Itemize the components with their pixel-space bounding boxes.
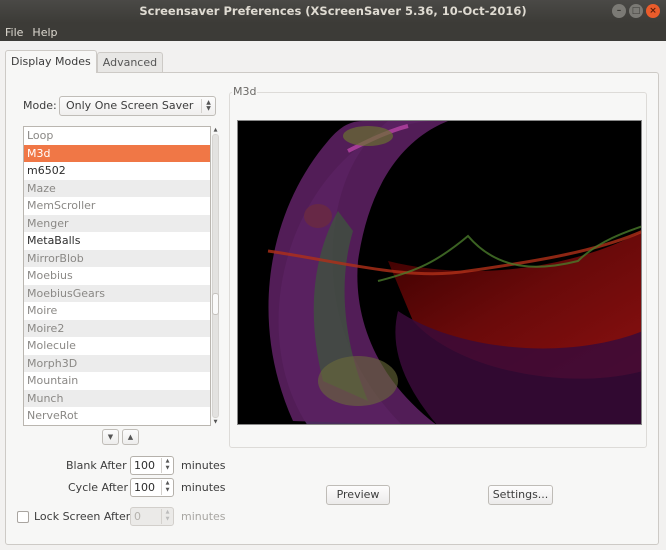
fractal-blob — [318, 356, 398, 406]
list-item[interactable]: NerveRot — [24, 407, 210, 425]
spinner-arrows-icon[interactable]: ▲ ▼ — [161, 509, 173, 524]
list-item[interactable]: Moire2 — [24, 319, 210, 337]
list-item[interactable]: Moire — [24, 302, 210, 320]
cycle-after-spinner[interactable]: 100 ▲ ▼ — [130, 478, 174, 497]
blank-after-spinner[interactable]: 100 ▲ ▼ — [130, 456, 174, 475]
list-item[interactable]: MetaBalls — [24, 232, 210, 250]
scroll-up-icon[interactable]: ▲ — [211, 126, 220, 134]
scroll-down-icon[interactable]: ▼ — [211, 418, 220, 426]
list-item[interactable]: Moebius — [24, 267, 210, 285]
arrow-down-icon: ▼ — [107, 433, 114, 441]
window-titlebar: Screensaver Preferences (XScreenSaver 5.… — [0, 0, 666, 23]
window-controls: – □ × — [612, 4, 660, 18]
preview-title: M3d — [232, 85, 258, 98]
list-item[interactable]: Molecule — [24, 337, 210, 355]
menubar: File Help — [0, 23, 666, 41]
lock-screen-checkbox[interactable] — [17, 511, 29, 523]
preview-button[interactable]: Preview — [326, 485, 390, 505]
minimize-button[interactable]: – — [612, 4, 626, 18]
spinner-arrows-icon[interactable]: ▲ ▼ — [161, 458, 173, 473]
updown-arrows-icon: ▲ ▼ — [201, 99, 215, 113]
close-button[interactable]: × — [646, 4, 660, 18]
move-up-button[interactable]: ▲ — [122, 429, 139, 445]
m3d-fractal-render — [267, 121, 641, 424]
maximize-button[interactable]: □ — [629, 4, 643, 18]
lock-screen-after-value: 0 — [134, 510, 141, 523]
tab-display-modes[interactable]: Display Modes — [5, 50, 97, 73]
list-item[interactable]: Loop — [24, 127, 210, 145]
lock-screen-after-label: Lock Screen After — [34, 510, 131, 523]
scrollbar-track[interactable] — [212, 134, 219, 418]
list-item[interactable]: Morph3D — [24, 354, 210, 372]
fractal-blob — [343, 126, 393, 146]
mode-label: Mode: — [23, 99, 57, 112]
menu-file[interactable]: File — [5, 26, 23, 39]
tab-bar: Display Modes Advanced — [5, 50, 164, 73]
cycle-after-value: 100 — [134, 481, 155, 494]
blank-after-value: 100 — [134, 459, 155, 472]
list-item[interactable]: Maze — [24, 179, 210, 197]
blank-after-label: Blank After — [66, 459, 127, 472]
cycle-after-unit: minutes — [181, 481, 226, 494]
arrow-up-icon: ▲ — [127, 433, 134, 441]
cycle-after-label: Cycle After — [68, 481, 128, 494]
mode-select[interactable]: Only One Screen Saver ▲ ▼ — [59, 96, 216, 116]
screensaver-list[interactable]: Loop M3d m6502 Maze MemScroller Menger MetaBal… — [23, 126, 211, 426]
tab-advanced[interactable]: Advanced — [96, 52, 164, 72]
list-item[interactable]: m6502 — [24, 162, 210, 180]
list-scrollbar[interactable]: ▲ ▼ — [211, 126, 220, 426]
spinner-arrows-icon[interactable]: ▲ ▼ — [161, 480, 173, 495]
scrollbar-thumb[interactable] — [212, 293, 219, 315]
list-item[interactable]: Menger — [24, 214, 210, 232]
list-item[interactable]: Munch — [24, 389, 210, 407]
list-item[interactable]: Mountain — [24, 372, 210, 390]
window-title: Screensaver Preferences (XScreenSaver 5.… — [139, 4, 527, 18]
preview-screen — [237, 120, 642, 425]
fractal-blob — [304, 204, 332, 228]
lock-screen-after-unit: minutes — [181, 510, 226, 523]
menu-help[interactable]: Help — [32, 26, 57, 39]
blank-after-unit: minutes — [181, 459, 226, 472]
move-down-button[interactable]: ▼ — [102, 429, 119, 445]
settings-button[interactable]: Settings... — [488, 485, 553, 505]
list-item[interactable]: MoebiusGears — [24, 284, 210, 302]
lock-screen-after-spinner[interactable]: 0 ▲ ▼ — [130, 507, 174, 526]
list-move-buttons: ▼ ▲ — [102, 429, 139, 445]
list-item[interactable]: MirrorBlob — [24, 249, 210, 267]
list-item[interactable]: M3d — [24, 144, 210, 162]
mode-select-value: Only One Screen Saver — [66, 99, 194, 112]
list-item[interactable]: MemScroller — [24, 197, 210, 215]
